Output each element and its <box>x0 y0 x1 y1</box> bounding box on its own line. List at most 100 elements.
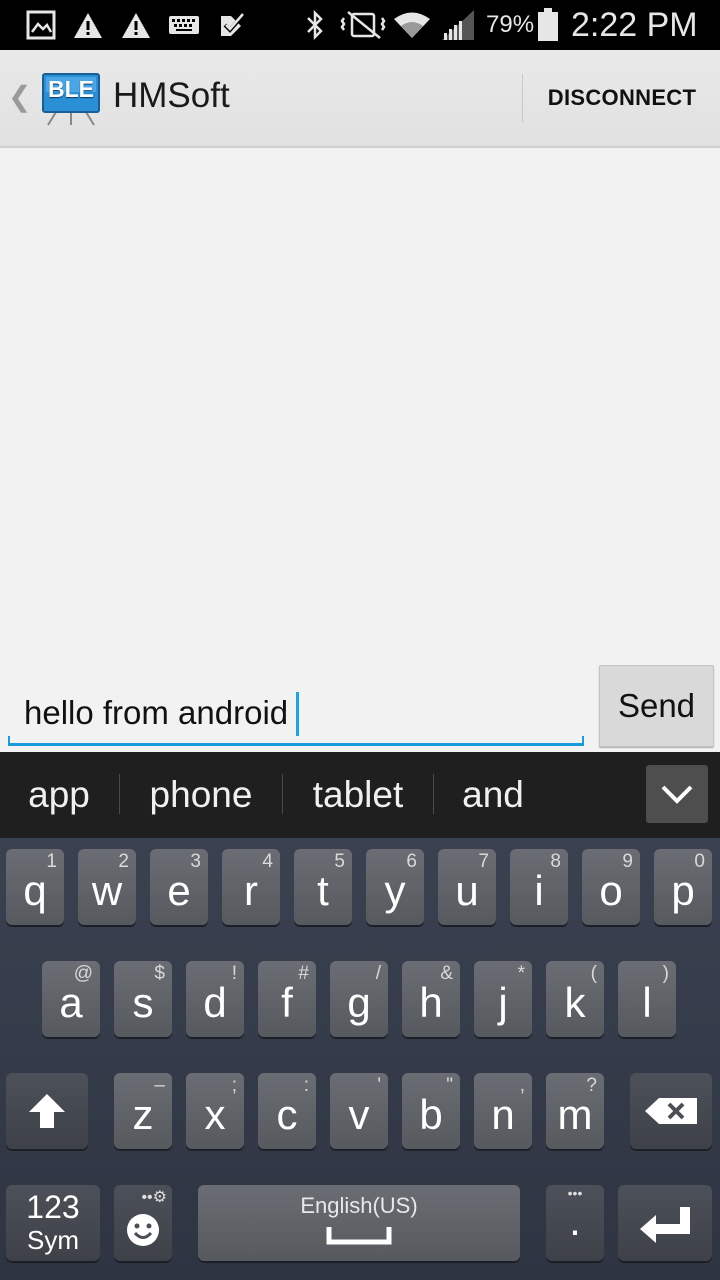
key-f[interactable]: # f <box>258 961 316 1037</box>
emoji-settings-key[interactable]: ••⚙ <box>114 1185 172 1261</box>
shift-key[interactable] <box>6 1073 88 1149</box>
backspace-key[interactable] <box>630 1073 712 1149</box>
key-label: k <box>564 979 586 1026</box>
key-j[interactable]: * j <box>474 961 532 1037</box>
text-cursor <box>296 692 299 736</box>
battery-percent: 79% <box>486 11 535 38</box>
keyboard-icon <box>166 8 202 42</box>
key-label: c <box>276 1091 298 1138</box>
chevron-down-icon <box>661 785 693 804</box>
key-label: f <box>281 979 293 1026</box>
key-label: p <box>671 867 695 914</box>
expand-suggestions-button[interactable] <box>646 765 708 823</box>
key-label: t <box>317 867 329 914</box>
key-u[interactable]: 7u <box>438 849 496 925</box>
ble-app-icon[interactable]: BLE <box>42 72 100 126</box>
enter-icon <box>618 1185 712 1261</box>
key-label: d <box>203 979 227 1026</box>
key-label: q <box>23 867 47 914</box>
smiley-icon <box>114 1199 172 1261</box>
key-r[interactable]: 4r <box>222 849 280 925</box>
message-input[interactable]: hello from android <box>8 678 584 746</box>
suggestion-bar: app phone tablet and <box>0 752 720 838</box>
key-label: l <box>642 979 652 1026</box>
keyboard: 1q2w3e4r5t6y7u8i9o0p @ a $ s! d # f / g & h * j(k) l … <box>0 838 720 1280</box>
suggestion-item[interactable]: app <box>0 752 118 838</box>
period-key[interactable]: ••• . <box>546 1185 604 1261</box>
send-button[interactable]: Send <box>599 665 714 747</box>
key-l[interactable]: ) l <box>618 961 676 1037</box>
key-label: m <box>557 1091 593 1138</box>
received-data-area <box>0 148 720 752</box>
key-i[interactable]: 8i <box>510 849 568 925</box>
action-divider <box>522 74 523 122</box>
key-label: r <box>244 867 258 914</box>
key-n[interactable]: ,n <box>474 1073 532 1149</box>
signal-icon <box>438 8 478 42</box>
input-underline <box>8 743 584 746</box>
status-bar: 79% 2:22 PM <box>0 0 720 50</box>
key-s[interactable]: $ s <box>114 961 172 1037</box>
bluetooth-icon <box>302 8 328 42</box>
key-b[interactable]: " b <box>402 1073 460 1149</box>
symbols-key-top: 123 <box>26 1189 80 1225</box>
symbols-key[interactable]: 123 Sym <box>6 1185 100 1261</box>
key-g[interactable]: / g <box>330 961 388 1037</box>
key-c[interactable]: :c <box>258 1073 316 1149</box>
key-m[interactable]: ? m <box>546 1073 604 1149</box>
key-label: n <box>491 1091 515 1138</box>
message-input-text: hello from android <box>24 694 289 731</box>
enter-key[interactable] <box>618 1185 712 1261</box>
key-d[interactable]: ! d <box>186 961 244 1037</box>
key-label: y <box>384 867 406 914</box>
key-w[interactable]: 2w <box>78 849 136 925</box>
key-label: o <box>599 867 623 914</box>
disconnect-button[interactable]: DISCONNECT <box>524 50 720 146</box>
suggestion-item[interactable]: and <box>434 752 552 838</box>
period-key-label: . <box>569 1197 581 1244</box>
key-label: e <box>167 867 191 914</box>
space-key-language: English(US) <box>300 1193 418 1218</box>
key-x[interactable]: ; x <box>186 1073 244 1149</box>
app-icon-label: BLE <box>48 76 94 102</box>
key-label: b <box>419 1091 443 1138</box>
key-label: z <box>132 1091 154 1138</box>
shift-arrow-icon <box>6 1073 88 1149</box>
action-bar: ❮ BLE HMSoft DISCONNECT <box>0 50 720 148</box>
warning-icon <box>72 8 104 42</box>
page-title: HMSoft <box>113 76 230 115</box>
key-y[interactable]: 6y <box>366 849 424 925</box>
key-e[interactable]: 3e <box>150 849 208 925</box>
suggestion-item[interactable]: phone <box>120 752 282 838</box>
clock: 2:22 PM <box>571 5 698 44</box>
key-label: g <box>347 979 371 1026</box>
battery-icon <box>534 8 562 42</box>
up-caret-icon[interactable]: ❮ <box>8 80 31 113</box>
key-o[interactable]: 9o <box>582 849 640 925</box>
backspace-icon <box>630 1073 712 1149</box>
warning-icon <box>120 8 152 42</box>
gallery-icon <box>24 8 58 42</box>
key-z[interactable]: – z <box>114 1073 172 1149</box>
key-p[interactable]: 0p <box>654 849 712 925</box>
key-label: s <box>132 979 154 1026</box>
key-label: i <box>534 867 544 914</box>
task-check-icon <box>216 8 248 42</box>
key-label: h <box>419 979 443 1026</box>
input-underline-left <box>8 736 10 746</box>
key-t[interactable]: 5t <box>294 849 352 925</box>
space-bar-icon <box>326 1225 392 1250</box>
key-v[interactable]: ' v <box>330 1073 388 1149</box>
key-k[interactable]: (k <box>546 961 604 1037</box>
key-label: x <box>204 1091 226 1138</box>
wifi-icon <box>392 8 432 42</box>
key-label: u <box>455 867 479 914</box>
suggestion-item[interactable]: tablet <box>283 752 433 838</box>
key-q[interactable]: 1q <box>6 849 64 925</box>
space-key[interactable]: English(US) <box>198 1185 520 1261</box>
key-h[interactable]: & h <box>402 961 460 1037</box>
key-label: j <box>498 979 508 1026</box>
mute-vibrate-icon <box>338 8 388 42</box>
key-a[interactable]: @ a <box>42 961 100 1037</box>
key-label: v <box>348 1091 370 1138</box>
